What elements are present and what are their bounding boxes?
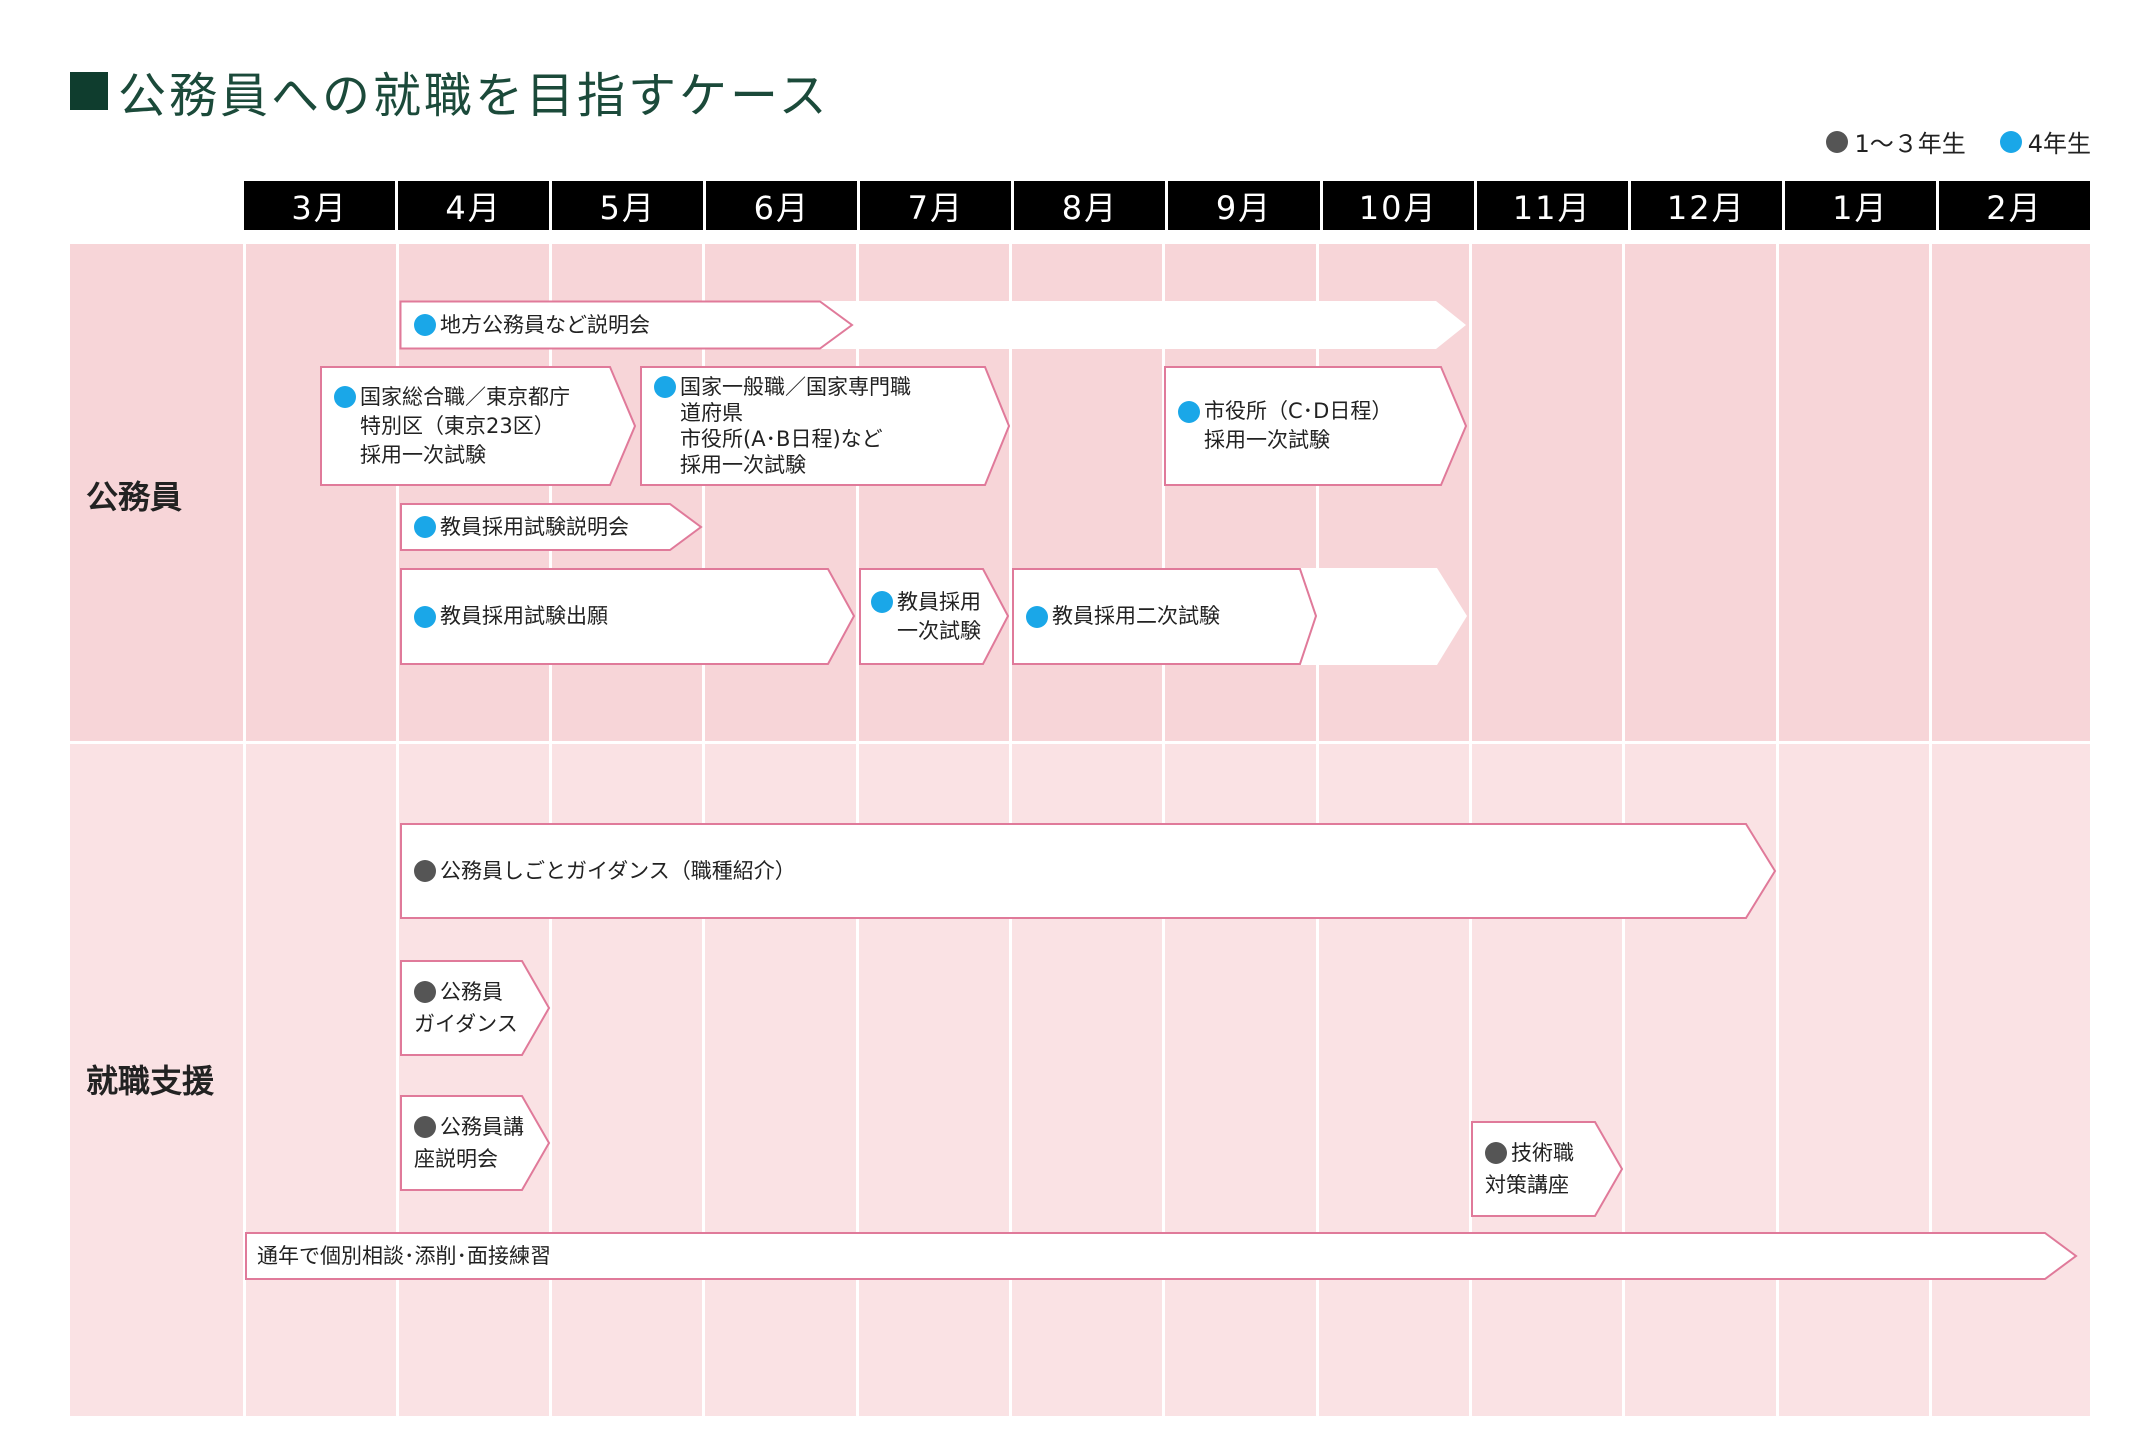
event-content: 公務員しごとガイダンス（職種紹介）: [400, 823, 1776, 919]
month-header-cell: 8月: [1014, 181, 1166, 230]
event-text: 教員採用: [897, 589, 981, 614]
event-content: 市役所（C･D日程） 採用一次試験: [1164, 366, 1467, 486]
section-label-shushoku: 就職支援: [86, 1062, 215, 1100]
legend-item-grade4: 4年生: [1999, 124, 2091, 159]
event-text: 教員採用試験説明会: [440, 514, 629, 539]
event-text: 地方公務員など説明会: [440, 312, 650, 337]
event-content: 通年で個別相談･添削･面接練習: [245, 1232, 2077, 1280]
event-content: 公務員 ガイダンス: [400, 960, 550, 1056]
legend: 1〜３年生 4年生: [1792, 124, 2091, 159]
month-header-cell: 10月: [1322, 181, 1474, 230]
legend-label: 1〜３年生: [1854, 130, 1966, 158]
event-text: 一次試験: [897, 618, 981, 643]
event-koumuin-guidance: 公務員 ガイダンス: [400, 960, 551, 1056]
page-title: 公務員への就職を目指すケース: [118, 68, 830, 124]
event-kokka-ippan: 国家一般職／国家専門職 道府県 市役所(A･B日程)など 採用一次試験: [640, 366, 1011, 486]
blue-dot-icon: [414, 314, 436, 336]
event-text: 公務員しごとガイダンス（職種紹介）: [440, 858, 796, 883]
blue-dot-icon: [1178, 400, 1200, 423]
event-text: 教員採用二次試験: [1052, 604, 1220, 628]
blue-dot-icon: [1999, 130, 2022, 153]
legend-label: 4年生: [2027, 130, 2091, 158]
month-header-cell: 11月: [1476, 181, 1628, 230]
event-text: 公務員: [440, 980, 503, 1004]
blue-dot-icon: [334, 386, 356, 408]
event-kyoin-ichiji: 教員採用 一次試験: [859, 568, 1010, 665]
event-content: 教員採用試験出願: [400, 568, 855, 665]
section-label-koumuin: 公務員: [86, 478, 183, 516]
event-text: ガイダンス: [414, 1012, 518, 1036]
event-content: 教員採用二次試験: [1012, 568, 1467, 665]
event-text: 通年で個別相談･添削･面接練習: [257, 1243, 551, 1268]
gray-dot-icon: [414, 981, 436, 1003]
section-separator: [70, 741, 2090, 744]
month-header-cell: 5月: [552, 181, 704, 230]
event-kyoin-niji: 教員採用二次試験: [1012, 568, 1467, 665]
event-text: 公務員講: [440, 1115, 524, 1139]
event-content: 国家一般職／国家専門職 道府県 市役所(A･B日程)など 採用一次試験: [640, 366, 1010, 486]
event-content: 技術職 対策講座: [1471, 1121, 1623, 1217]
event-gijutsu: 技術職 対策講座: [1471, 1121, 1624, 1217]
blue-dot-icon: [871, 591, 893, 613]
event-text: 市役所(A･B日程)など: [680, 427, 883, 451]
event-text: 採用一次試験: [360, 442, 486, 467]
month-header-cell: 7月: [860, 181, 1012, 230]
event-text: 教員採用試験出願: [440, 604, 608, 628]
legend-item-grade1-3: 1〜３年生: [1826, 124, 1966, 159]
month-header-cell: 3月: [244, 181, 396, 230]
gray-dot-icon: [1485, 1142, 1507, 1164]
event-content: 教員採用 一次試験: [859, 568, 1009, 665]
gray-dot-icon: [1826, 130, 1849, 153]
event-text: 国家一般職／国家専門職: [680, 375, 911, 399]
gray-dot-icon: [414, 1116, 436, 1138]
event-text: 対策講座: [1485, 1173, 1569, 1197]
blue-dot-icon: [654, 376, 676, 398]
event-content: 地方公務員など説明会: [400, 301, 1466, 349]
blue-dot-icon: [1026, 605, 1048, 628]
event-content: 教員採用試験説明会: [400, 503, 702, 551]
event-content: 公務員講 座説明会: [400, 1095, 550, 1191]
month-header-cell: 1月: [1784, 181, 1936, 230]
event-shigoto-guidance: 公務員しごとガイダンス（職種紹介）: [400, 823, 1777, 919]
event-text: 採用一次試験: [1204, 428, 1330, 452]
event-kokka-sougou: 国家総合職／東京都庁 特別区（東京23区） 採用一次試験: [320, 366, 637, 486]
month-header-cell: 2月: [1938, 181, 2090, 230]
month-header: 3月 4月 5月 6月 7月 8月 9月 10月 11月 12月 1月 2月: [244, 181, 2090, 230]
month-header-cell: 12月: [1630, 181, 1782, 230]
event-text: 道府県: [680, 401, 743, 425]
month-header-cell: 4月: [398, 181, 550, 230]
title-square-icon: [70, 72, 108, 110]
event-setsumeikai: 地方公務員など説明会: [399, 300, 1466, 350]
event-text: 採用一次試験: [680, 453, 806, 477]
gray-dot-icon: [414, 860, 436, 882]
month-header-cell: 6月: [706, 181, 858, 230]
event-text: 技術職: [1511, 1141, 1574, 1165]
event-text: 特別区（東京23区）: [360, 413, 555, 438]
month-header-cell: 9月: [1168, 181, 1320, 230]
blue-dot-icon: [414, 605, 436, 628]
event-tsunen: 通年で個別相談･添削･面接練習: [245, 1232, 2078, 1280]
event-shiyakusho: 市役所（C･D日程） 採用一次試験: [1164, 366, 1468, 486]
event-kyoin-shutsugan: 教員採用試験出願: [400, 568, 856, 665]
event-text: 市役所（C･D日程）: [1204, 399, 1393, 423]
event-text: 座説明会: [414, 1147, 498, 1171]
page-title-block: 公務員への就職を目指すケース: [70, 56, 830, 126]
event-content: 国家総合職／東京都庁 特別区（東京23区） 採用一次試験: [320, 366, 636, 486]
blue-dot-icon: [414, 516, 436, 538]
event-text: 国家総合職／東京都庁: [360, 384, 570, 409]
event-koza-setsumei: 公務員講 座説明会: [400, 1095, 551, 1191]
event-kyoin-setsumei: 教員採用試験説明会: [400, 503, 703, 551]
